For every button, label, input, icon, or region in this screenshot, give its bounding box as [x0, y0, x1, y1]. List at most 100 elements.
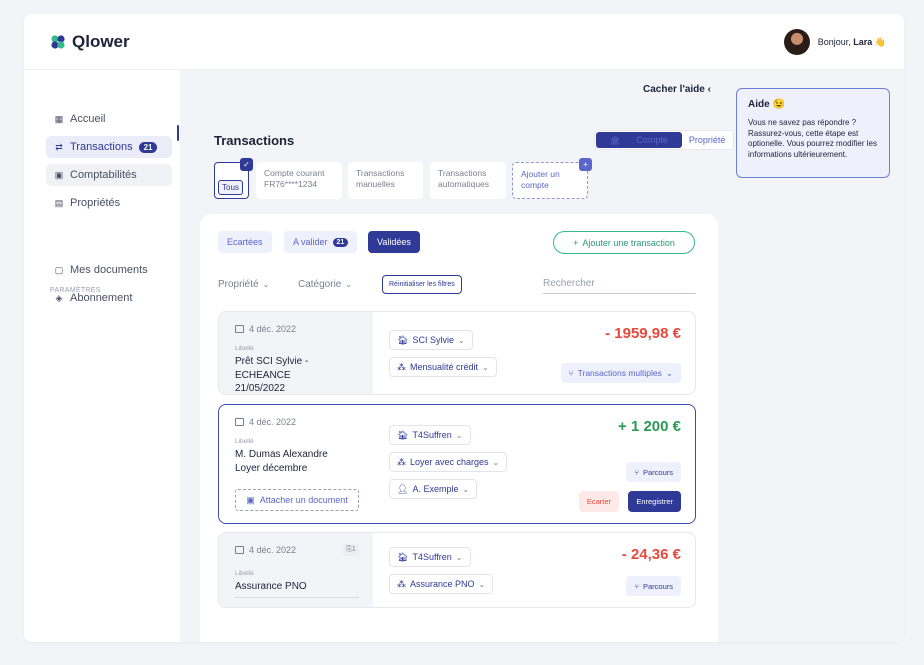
greeting: Bonjour, Lara 👋	[817, 36, 886, 47]
transfer-icon: ⇄	[55, 142, 63, 152]
logo[interactable]: Qlower	[50, 32, 130, 52]
calendar-icon	[235, 418, 244, 426]
transaction-date: 4 déc. 2022	[235, 545, 296, 555]
calendar-icon	[235, 325, 244, 333]
chevron-down-icon: ⌄	[345, 280, 353, 289]
account-filter-automatiques[interactable]: Transactions automatiques	[430, 162, 506, 199]
sidebar-item-label: Comptabilités	[70, 169, 137, 181]
libelle-label: Libellé	[235, 438, 254, 445]
filter-categorie[interactable]: Catégorie ⌄	[298, 279, 352, 290]
chevron-down-icon: ⌄	[455, 430, 463, 440]
help-panel: Aide 😉 Vous ne savez pas répondre ? Rass…	[736, 88, 890, 178]
sidebar-item-label: Propriétés	[70, 197, 121, 209]
sidebar-item-label: Transactions	[70, 141, 133, 153]
clover-icon	[51, 35, 65, 49]
app-name: Qlower	[72, 32, 130, 51]
multiple-transactions-select[interactable]: ⑂ Transactions multiples ⌄	[560, 363, 681, 383]
file-icon: ▣	[246, 494, 255, 505]
transaction-amount: + 1 200 €	[618, 418, 681, 435]
view-toggle: 🏛 Compte Propriété	[594, 130, 735, 150]
chevron-down-icon: ⌄	[455, 552, 463, 562]
parcours-button[interactable]: ⑂ Parcours	[626, 576, 681, 596]
chevron-down-icon: ⌄	[462, 484, 470, 494]
add-transaction-button[interactable]: + Ajouter une transaction	[553, 231, 695, 254]
chevron-down-icon: ⌄	[665, 367, 673, 378]
sidebar-item-label: Abonnement	[70, 292, 133, 304]
sidebar-item-abonnement[interactable]: ◈ Abonnement	[46, 287, 172, 309]
tab-validees[interactable]: Validées	[368, 231, 420, 253]
chevron-down-icon: ⌄	[482, 362, 489, 372]
toggle-propriete[interactable]: Propriété	[682, 132, 733, 148]
transaction-info: 4 déc. 2022 Libellé Prêt SCI Sylvie - EC…	[219, 312, 373, 394]
ecarter-button[interactable]: Ecarter	[578, 491, 619, 512]
grid-icon: ▦	[54, 114, 64, 124]
active-indicator	[177, 125, 179, 141]
home-icon: 🏠︎	[397, 429, 409, 440]
category-select[interactable]: ⁂ Loyer avec charges ⌄	[389, 452, 508, 472]
calculator-icon: ▣	[54, 170, 64, 180]
transaction-row[interactable]: 4 déc. 2022 Libellé Prêt SCI Sylvie - EC…	[218, 311, 696, 395]
split-icon: ⑂	[634, 581, 639, 591]
account-filter-compte-courant[interactable]: Compte courant FR76****1234	[256, 162, 342, 199]
parcours-button[interactable]: ⑂ Parcours	[626, 462, 681, 482]
toggle-compte[interactable]: 🏛 Compte	[596, 132, 682, 148]
property-select[interactable]: 🏠︎ SCI Sylvie ⌄	[389, 330, 473, 350]
reset-filters-button[interactable]: Réinitialiser les filtres	[382, 275, 462, 294]
transaction-name: Prêt SCI Sylvie - ECHEANCE 21/05/2022	[235, 355, 359, 394]
category-icon: ⁂	[397, 456, 406, 467]
main-content: Cacher l'aide ‹ Aide 😉 Vous ne savez pas…	[180, 70, 904, 642]
filter-propriete[interactable]: Propriété ⌄	[218, 279, 269, 290]
transaction-name: M. Dumas Alexandre Loyer décembre	[235, 449, 328, 474]
avatar[interactable]	[783, 29, 810, 55]
transaction-name: Assurance PNO	[235, 580, 359, 598]
category-select[interactable]: ⁂ Mensualité crédit ⌄	[389, 357, 497, 377]
account-filter-label: Tous	[218, 180, 243, 195]
category-icon: ⁂	[397, 578, 406, 589]
sidebar-item-proprietes[interactable]: ▤ Propriétés	[46, 192, 172, 214]
transaction-row[interactable]: 4 déc. 2022 ⎘1 Libellé Assurance PNO 🏠︎ …	[218, 532, 696, 608]
transactions-count-badge: 21	[138, 141, 158, 153]
user-menu[interactable]: Bonjour, Lara 👋	[783, 29, 886, 55]
transaction-row[interactable]: 4 déc. 2022 Libellé M. Dumas Alexandre L…	[218, 404, 696, 524]
chevron-left-icon: ‹	[707, 84, 711, 95]
transaction-date: 4 déc. 2022	[235, 324, 296, 334]
sidebar: ▦ Accueil ⇄ Transactions 21 ▣ Comptabili…	[24, 70, 180, 642]
home-icon: 🏠︎	[397, 551, 409, 562]
sidebar-item-accueil[interactable]: ▦ Accueil	[46, 108, 172, 130]
hide-help-link[interactable]: Cacher l'aide ‹	[643, 84, 711, 95]
account-filter-manuelles[interactable]: Transactions manuelles	[348, 162, 423, 199]
split-icon: ⑂	[568, 368, 574, 378]
tag-icon: ◈	[55, 293, 63, 303]
sidebar-item-label: Mes documents	[70, 264, 148, 276]
libelle-label: Libellé	[235, 570, 254, 577]
property-select[interactable]: 🏠︎ T4Suffren ⌄	[389, 547, 471, 567]
transaction-amount: - 1959,98 €	[605, 325, 681, 342]
sidebar-item-transactions[interactable]: ⇄ Transactions 21	[46, 136, 172, 158]
plus-icon: +	[573, 237, 579, 248]
tab-ecartees[interactable]: Ecartées	[218, 231, 272, 253]
property-select[interactable]: 🏠︎ T4Suffren ⌄	[389, 425, 471, 445]
sidebar-item-comptabilites[interactable]: ▣ Comptabilités	[46, 164, 172, 186]
category-icon: ⁂	[397, 361, 406, 372]
top-bar: Qlower Bonjour, Lara 👋	[24, 14, 904, 70]
a-valider-count-badge: 21	[332, 237, 349, 247]
bank-icon: 🏛	[610, 135, 623, 145]
app-window: Qlower Bonjour, Lara 👋 ▦ Accueil ⇄ Trans…	[24, 14, 904, 642]
add-account-button[interactable]: + Ajouter un compte	[512, 158, 592, 199]
tab-a-valider[interactable]: A valider 21	[284, 231, 358, 253]
attach-document-button[interactable]: ▣ Attacher un document	[235, 489, 359, 511]
search-input[interactable]	[543, 278, 693, 289]
libelle-label: Libellé	[235, 345, 254, 352]
home-icon: 🏠︎	[397, 334, 409, 345]
save-button[interactable]: Enregistrer	[628, 491, 681, 512]
building-icon: ▤	[54, 198, 64, 208]
sidebar-item-label: Accueil	[70, 113, 106, 125]
chevron-down-icon: ⌄	[492, 457, 500, 467]
category-select[interactable]: ⁂ Assurance PNO ⌄	[389, 574, 494, 594]
transaction-amount: - 24,36 €	[621, 546, 681, 563]
sidebar-item-documents[interactable]: ▢ Mes documents	[46, 259, 172, 281]
transaction-date: 4 déc. 2022	[235, 417, 296, 427]
tenant-select[interactable]: 👤︎ A. Exemple ⌄	[389, 479, 478, 499]
account-filter-tous[interactable]: ✓ Tous	[214, 158, 253, 199]
chevron-down-icon: ⌄	[478, 579, 486, 589]
